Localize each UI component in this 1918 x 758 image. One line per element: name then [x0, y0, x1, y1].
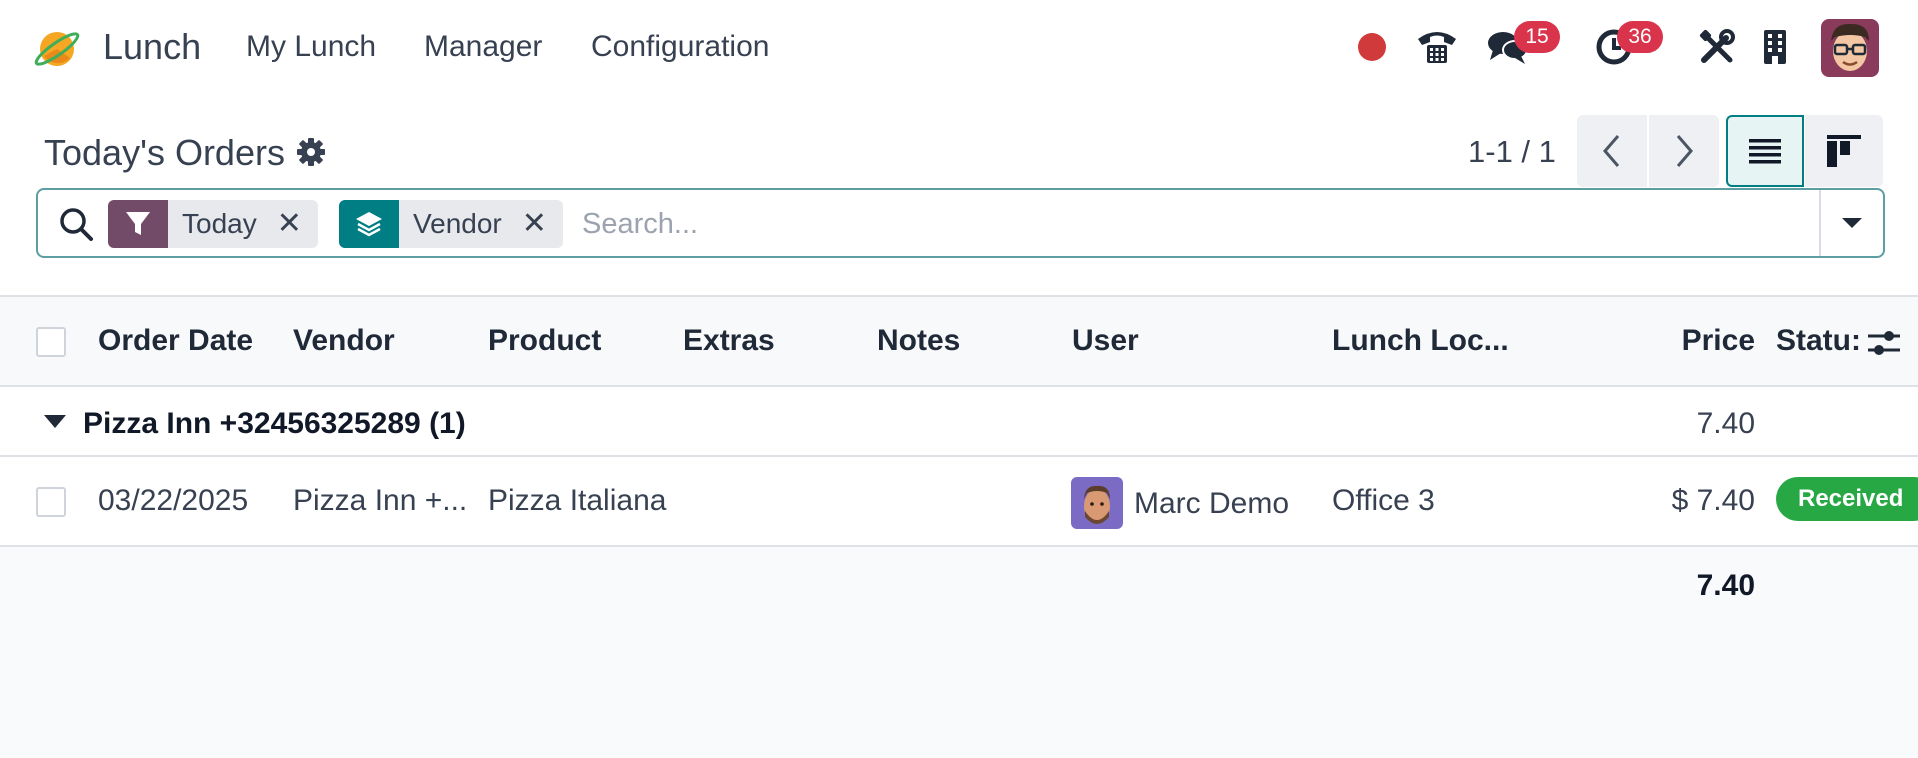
user-avatar-menu[interactable] — [1821, 19, 1879, 77]
pager-next-button[interactable] — [1649, 115, 1719, 187]
kanban-view-icon — [1827, 135, 1861, 167]
cell-user[interactable]: Marc Demo — [1134, 487, 1289, 521]
messages-count-badge: 15 — [1514, 21, 1560, 53]
menu-configuration[interactable]: Configuration — [591, 30, 769, 64]
gear-icon[interactable] — [296, 137, 326, 167]
phone-icon[interactable] — [1412, 22, 1462, 72]
search-icon[interactable] — [58, 206, 94, 242]
optional-columns-toggle-icon[interactable] — [1866, 327, 1902, 359]
menu-manager[interactable]: Manager — [424, 30, 542, 64]
column-vendor[interactable]: Vendor — [293, 324, 395, 358]
cell-product: Pizza Italiana — [488, 484, 667, 517]
column-extras[interactable]: Extras — [683, 324, 775, 358]
tools-icon[interactable] — [1692, 22, 1742, 72]
app-name[interactable]: Lunch — [103, 26, 201, 68]
status-dot-icon[interactable] — [1347, 22, 1397, 72]
column-order-date[interactable]: Order Date — [98, 324, 253, 358]
chevron-left-icon — [1603, 135, 1620, 167]
list-view: Order Date Vendor Product Extras Notes U… — [0, 295, 1918, 758]
remove-facet-vendor-icon[interactable]: ✕ — [516, 200, 563, 248]
top-navbar: Lunch My Lunch Manager Configuration 15 — [0, 0, 1918, 98]
lunch-app-logo-icon[interactable] — [32, 26, 82, 72]
cell-vendor: Pizza Inn +... — [293, 484, 468, 517]
facet-label: Today — [182, 208, 257, 239]
building-icon[interactable] — [1750, 22, 1800, 72]
cell-price: $ 7.40 — [1671, 484, 1755, 517]
kanban-view-button[interactable] — [1805, 115, 1883, 187]
cell-order-date: 03/22/2025 — [98, 484, 249, 517]
row-checkbox[interactable] — [36, 487, 66, 517]
caret-down-icon — [1842, 218, 1862, 228]
pager-value[interactable]: 1-1 / 1 — [1468, 134, 1556, 170]
column-price[interactable]: Price — [1682, 324, 1755, 358]
column-status[interactable]: Statu: — [1776, 324, 1866, 358]
page-title[interactable]: Today's Orders — [44, 132, 285, 174]
group-label: Pizza Inn +32456325289 (1) — [83, 407, 466, 440]
column-user[interactable]: User — [1072, 324, 1139, 358]
list-view-button[interactable] — [1726, 115, 1804, 187]
status-badge: Received — [1776, 477, 1918, 521]
search-input[interactable] — [582, 200, 1852, 248]
activities-count-badge: 36 — [1617, 21, 1663, 53]
search-facet-vendor[interactable]: Vendor ✕ — [339, 200, 563, 248]
cell-lunch-location: Office 3 — [1332, 484, 1435, 517]
group-row-vendor[interactable]: Pizza Inn +32456325289 (1) 7.40 — [0, 387, 1918, 457]
list-view-icon — [1749, 139, 1781, 164]
caret-down-icon — [44, 415, 66, 428]
search-facet-today[interactable]: Today ✕ — [108, 200, 318, 248]
remove-facet-today-icon[interactable]: ✕ — [271, 200, 318, 248]
pager-previous-button[interactable] — [1577, 115, 1647, 187]
select-all-checkbox[interactable] — [36, 327, 66, 357]
table-header: Order Date Vendor Product Extras Notes U… — [0, 297, 1918, 387]
search-bar: Today ✕ Vendor ✕ — [36, 188, 1885, 258]
group-price-sum: 7.40 — [1696, 407, 1755, 440]
menu-my-lunch[interactable]: My Lunch — [246, 30, 376, 64]
column-lunch-location[interactable]: Lunch Loc... — [1332, 324, 1509, 358]
list-total-price: 7.40 — [1696, 569, 1755, 602]
chevron-right-icon — [1676, 135, 1693, 167]
facet-label: Vendor — [413, 208, 502, 239]
column-notes[interactable]: Notes — [877, 324, 960, 358]
table-row[interactable]: 03/22/2025 Pizza Inn +... Pizza Italiana… — [0, 457, 1918, 547]
filter-icon — [108, 200, 168, 248]
search-options-toggle[interactable] — [1819, 190, 1883, 256]
layers-icon — [339, 200, 399, 248]
user-avatar[interactable] — [1071, 477, 1123, 529]
column-product[interactable]: Product — [488, 324, 601, 358]
